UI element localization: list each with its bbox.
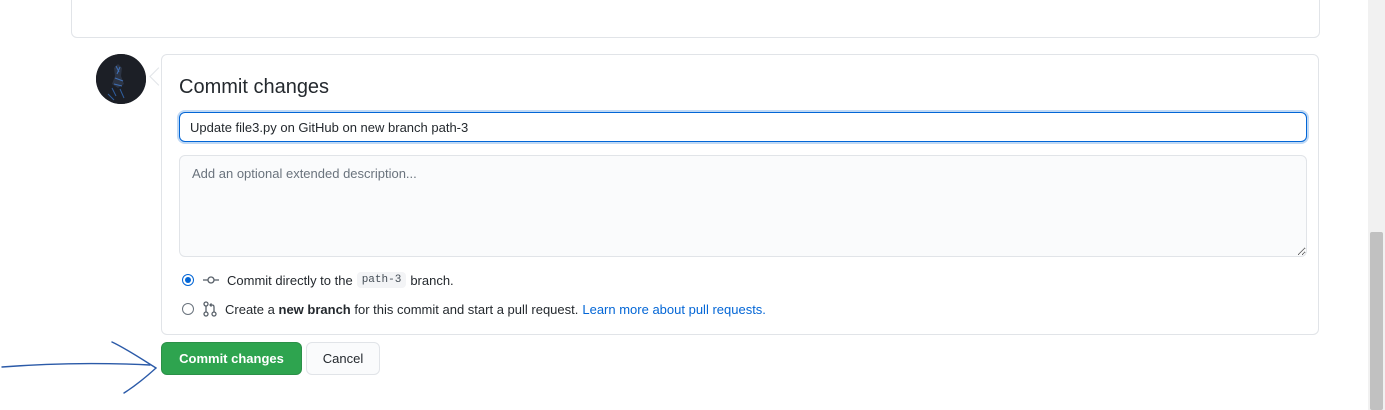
avatar-image	[96, 54, 146, 104]
branch-name: path-3	[356, 272, 407, 288]
commit-direct-radio[interactable]	[182, 274, 194, 286]
scrollbar-thumb[interactable]	[1370, 232, 1383, 410]
commit-changes-button[interactable]: Commit changes	[161, 342, 302, 375]
new-branch-prefix: Create a	[225, 301, 275, 317]
cancel-button[interactable]: Cancel	[306, 342, 380, 375]
commit-heading: Commit changes	[179, 76, 330, 98]
new-branch-suffix: for this commit and start a pull request…	[354, 301, 579, 317]
avatar[interactable]	[96, 54, 146, 104]
previous-panel	[71, 0, 1320, 38]
new-branch-radio[interactable]	[182, 303, 194, 315]
git-pull-request-icon	[203, 301, 217, 317]
annotation-arrow-drawing	[1, 341, 157, 394]
new-branch-option[interactable]: Create a new branch for this commit and …	[182, 301, 766, 317]
git-commit-icon	[203, 275, 219, 285]
commit-description-textarea[interactable]	[179, 155, 1307, 257]
new-branch-bold: new branch	[278, 301, 351, 317]
commit-direct-option[interactable]: Commit directly to the path-3 branch.	[182, 272, 454, 288]
commit-direct-suffix: branch.	[410, 272, 454, 288]
commit-summary-input[interactable]	[179, 112, 1307, 142]
commit-direct-prefix: Commit directly to the	[227, 272, 353, 288]
learn-more-link[interactable]: Learn more about pull requests.	[582, 302, 766, 317]
commit-form: Commit changes Commit directly to the pa…	[161, 54, 1319, 335]
